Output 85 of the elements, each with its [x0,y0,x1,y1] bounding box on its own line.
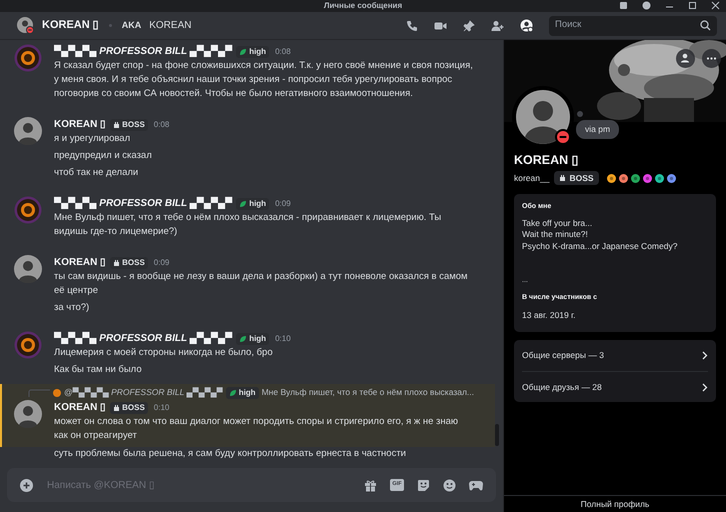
timestamp: 0:08 [275,46,291,58]
gift-icon[interactable] [364,478,377,492]
author-name[interactable]: KOREAN ▯ [54,117,106,132]
reply-author[interactable]: @▀▄▀▄▀▄ PROFESSOR BILL ▄▀▄▀▄▀ [64,386,223,399]
timestamp: 0:10 [154,402,170,414]
role-tag: BOSS [110,402,148,414]
status-note: via pm [576,120,620,139]
role-tag: BOSS [110,118,148,130]
mutuals-link[interactable]: Общие друзья — 28 [522,371,708,402]
avatar[interactable] [14,255,42,283]
aka-label: AKA [122,18,142,32]
mutuals-link[interactable]: Общие серверы — 3 [522,340,708,371]
message-text: Как бы там ни было [54,363,143,377]
avatar[interactable] [14,400,42,428]
add-icon[interactable] [20,478,33,492]
add-user-icon[interactable] [491,20,504,32]
add-friend-button[interactable] [676,49,695,68]
reply-connector [28,388,50,396]
profile-handle: korean__ [514,172,550,184]
avatar[interactable] [14,44,42,72]
phone-icon[interactable] [406,20,418,32]
role-tag: high [236,46,270,58]
more-button[interactable] [702,49,721,68]
chevron-right-icon [702,351,708,360]
profile-badge-icon[interactable] [642,174,652,182]
timestamp: 0:10 [275,332,291,344]
profile-name: KOREAN ▯ [514,152,580,168]
author-name[interactable]: KOREAN ▯ [54,400,106,415]
author-name[interactable]: ▀▄▀▄▀▄ PROFESSOR BILL ▄▀▄▀▄▀ [54,331,232,346]
leaf-icon [239,334,248,342]
user-name[interactable]: KOREAN ▯ [42,17,99,34]
user-avatar[interactable] [17,17,34,34]
member-since-date: 13 авг. 2019 г. [522,309,577,322]
profile-badge-icon[interactable] [654,174,664,182]
profile-badge-icon[interactable] [666,174,676,182]
role-tag: BOSS [110,256,148,268]
message-text: предупредил и сказал [54,149,153,163]
emoji-icon[interactable] [443,478,456,492]
role-tag: high [236,332,270,344]
user-profile-icon[interactable] [520,19,533,32]
reply-preview[interactable]: Мне Вульф пишет, что я тебе о нём плохо высказал... [262,386,474,399]
sticker-icon[interactable] [417,478,430,492]
chevron-right-icon [702,382,708,392]
author-name[interactable]: KOREAN ▯ [54,255,106,270]
message-text: Мне Вульф пишет, что я тебе о нём плохо высказался - приравнивает к лицемерию. Ты видишь где-то лицемерие?) [54,211,442,239]
leaf-icon [239,200,248,208]
profile-badge-icon[interactable] [618,174,628,182]
message-text: Я сказал будет спор - на фоне сложившихся ситуации. Т.к. у него своё мнение и своя позиция, у меня своя. И я тебе объяснил наши точки зрения - попросил тебя урегулировать вопрос поговорив со своим СА новостей. Чтобы не было негативного взаимоотношения. [54,59,474,101]
video-camera-icon[interactable] [434,20,447,32]
profile-badge-icon[interactable] [630,174,640,182]
profile-badge-icon[interactable] [606,174,616,182]
author-name[interactable]: ▀▄▀▄▀▄ PROFESSOR BILL ▄▀▄▀▄▀ [54,196,232,211]
about-text: Wait the minute?! [522,229,589,240]
leaf-icon [239,48,248,56]
role-tag: high [236,198,270,210]
message-input-field[interactable]: Написать @KOREAN ▯ [47,478,364,492]
role-tag: high [226,386,259,398]
about-text: Psycho K-drama...or Japanese Comedy? [522,240,678,252]
message-text: Лицемерия с моей стороны никогда не было, бро [54,346,274,360]
message-text: за что?) [54,301,90,315]
aka-name: KOREAN [149,19,192,33]
leaf-icon [228,388,237,396]
message-text: я и урегулировал [54,132,132,146]
author-name[interactable]: ▀▄▀▄▀▄ PROFESSOR BILL ▄▀▄▀▄▀ [54,44,232,59]
message-text: суть проблемы была решена, я сам буду контроллировать ернеста в частности [54,447,407,461]
message-text: чтоб так не делали [54,166,140,180]
search-field[interactable]: Поиск [549,16,717,36]
message-text: может он слова о том что ваш диалог может породить споры и стригерило его, я ж не знаю как он отреагирует [54,415,460,443]
timestamp: 0:09 [154,256,170,268]
window-title: Личные сообщения [324,1,402,11]
full-profile-link[interactable]: Полный профиль [504,495,726,512]
pin-icon[interactable] [463,20,475,32]
avatar[interactable] [14,117,42,145]
avatar[interactable] [14,196,42,224]
timestamp: 0:09 [275,198,291,210]
timestamp: 0:08 [154,118,170,130]
avatar[interactable] [14,331,42,359]
maximize-icon[interactable] [688,1,697,10]
about-text: Take off your bra... [522,218,594,229]
search-icon [700,20,711,31]
role-tag: BOSS [554,171,599,185]
reply-avatar [53,388,61,396]
search-input[interactable]: Поиск [555,18,700,33]
gamepad-icon[interactable] [469,480,483,490]
close-icon[interactable] [711,1,720,10]
